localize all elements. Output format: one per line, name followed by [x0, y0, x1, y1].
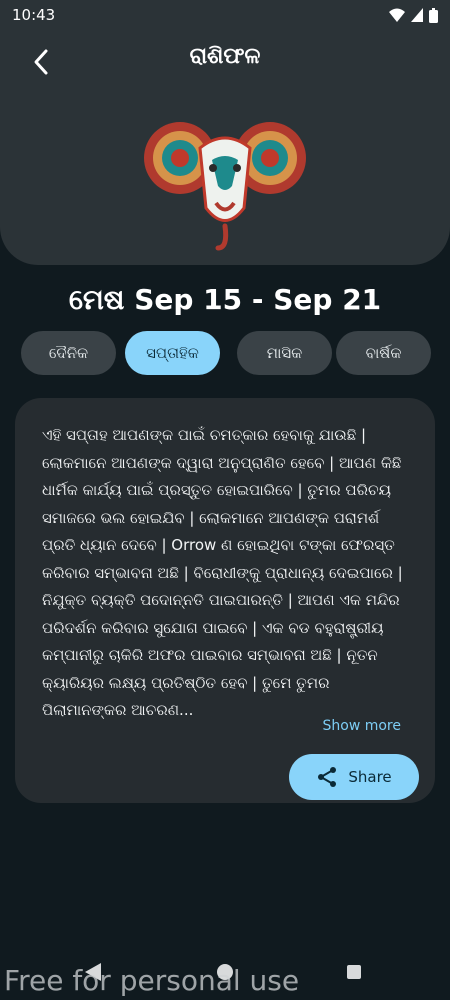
- period-tabs: ଦୈନିକ ସପ୍ତାହିକ ମାସିକ ବାର୍ଷିକ: [21, 331, 431, 375]
- share-label: Share: [348, 768, 392, 786]
- horoscope-text: ଏହି ସପ୍ତାହ ଆପଣଙ୍କ ପାଇଁ ଚମତ୍କାର ହେବାକୁ ଯା…: [42, 426, 403, 719]
- show-more-link[interactable]: Show more: [323, 718, 402, 734]
- wifi-icon: [389, 8, 405, 22]
- nav-recents-icon[interactable]: [347, 965, 361, 979]
- battery-icon: [429, 7, 438, 23]
- tab-yearly[interactable]: ବାର୍ଷିକ: [336, 331, 431, 375]
- status-time: 10:43: [12, 6, 56, 24]
- watermark-text: Free for personal use: [4, 964, 300, 997]
- tab-weekly[interactable]: ସପ୍ତାହିକ: [125, 331, 220, 375]
- status-bar: 10:43: [0, 0, 450, 30]
- page-title: ରାଶିଫଳ: [189, 44, 261, 69]
- signal-icon: [411, 8, 423, 22]
- horoscope-card: ଏହି ସପ୍ତାହ ଆପଣଙ୍କ ପାଇଁ ଚମତ୍କାର ହେବାକୁ ଯା…: [15, 398, 435, 803]
- tab-monthly[interactable]: ମାସିକ: [237, 331, 332, 375]
- sign-heading: ମେଷ Sep 15 - Sep 21: [68, 283, 382, 316]
- tab-daily[interactable]: ଦୈନିକ: [21, 331, 116, 375]
- header-panel: ରାଶିଫଳ: [0, 0, 450, 265]
- share-button[interactable]: Share: [289, 754, 419, 800]
- share-icon: [318, 767, 337, 787]
- aries-ram-icon: [144, 122, 306, 251]
